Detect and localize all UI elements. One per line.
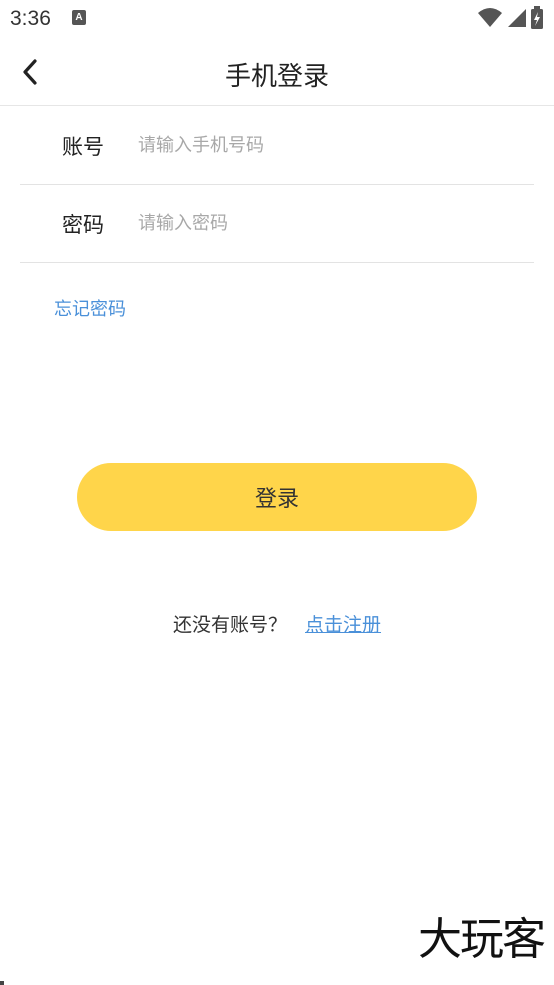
account-row: 账号 [20,107,534,185]
app-header: 手机登录 [0,38,554,106]
page-title: 手机登录 [224,62,329,92]
password-input[interactable] [138,201,518,245]
phone-input[interactable] [138,123,518,167]
watermark-logo: 大玩客 [418,914,546,965]
forgot-password-link[interactable]: 忘记密码 [54,295,126,321]
status-icons [478,6,544,30]
login-button[interactable]: 登录 [77,463,477,531]
status-bar: 3:36 A [0,0,554,38]
register-link[interactable]: 点击注册 [305,614,381,636]
status-time: 3:36 [10,7,51,30]
password-label: 密码 [62,213,104,237]
account-label: 账号 [62,135,104,159]
signal-icon [508,9,526,27]
password-row: 密码 [20,185,534,263]
corner-mark [0,981,4,985]
register-prompt: 还没有账号？ [172,614,287,636]
wifi-icon [478,8,502,27]
register-row: 还没有账号？ 点击注册 [0,610,554,637]
notification-icon: A [72,10,86,25]
battery-icon [531,6,543,29]
